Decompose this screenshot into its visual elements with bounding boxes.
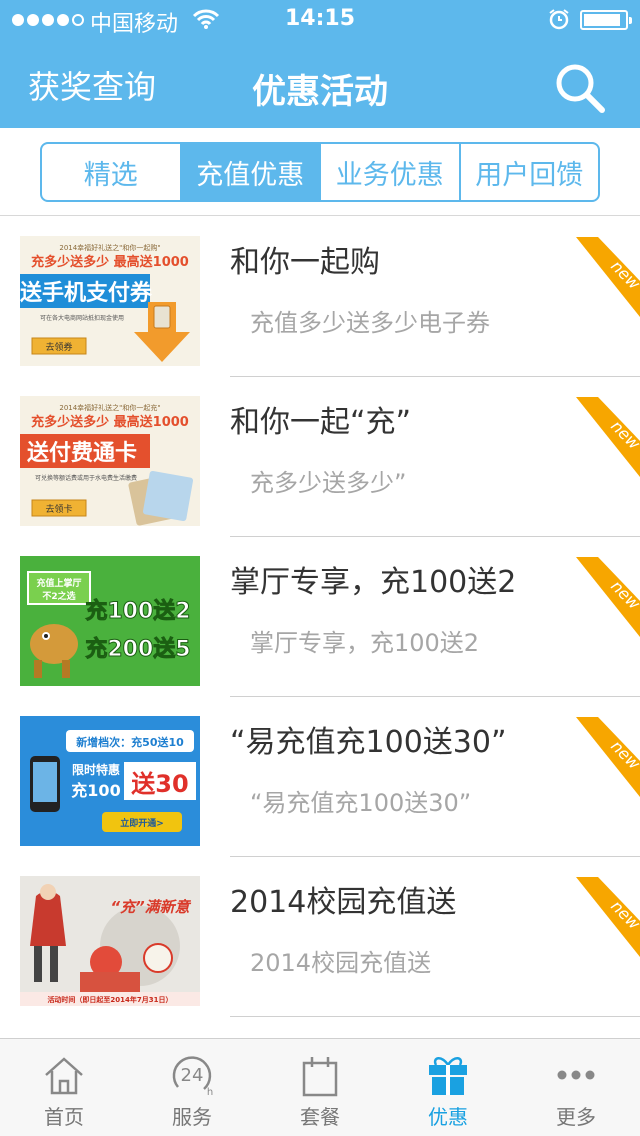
category-segment-bar: 精选 充值优惠 业务优惠 用户回馈 <box>0 128 640 216</box>
thumb-text: 充多少送多少 最高送1000 <box>31 254 189 270</box>
new-badge: new <box>576 717 640 797</box>
item-subtitle: 充值多少送多少电子券 <box>250 309 490 337</box>
list-item[interactable]: 2014幸福好礼送之"和你一起充" 充多少送多少 最高送1000 送付费通卡 可… <box>0 377 640 537</box>
thumb-text: 充多少送多少 最高送1000 <box>31 414 189 430</box>
svg-text:h: h <box>207 1087 213 1098</box>
segment-service-offers[interactable]: 业务优惠 <box>319 144 459 200</box>
list-item[interactable]: “充”满新意 活动时间（即日起至2014年7月31日） 2014校园充值送 20… <box>0 857 640 1017</box>
thumb-text: 充100 <box>71 781 120 800</box>
package-icon <box>302 1057 338 1097</box>
tab-offers[interactable]: 优惠 <box>384 1039 512 1136</box>
promo-thumbnail: 2014幸福好礼送之"和你一起充" 充多少送多少 最高送1000 送付费通卡 可… <box>20 396 200 526</box>
thumb-text: 去领卡 <box>45 503 72 515</box>
thumb-text: 限时特惠 <box>72 762 120 777</box>
search-icon[interactable] <box>552 60 608 116</box>
thumb-text: 充200送5 <box>85 636 190 662</box>
new-badge: new <box>576 237 640 317</box>
item-title: 2014校园充值送 <box>230 885 457 920</box>
new-badge: new <box>576 877 640 957</box>
thumb-text: 送30 <box>131 770 188 798</box>
segment-featured[interactable]: 精选 <box>42 144 180 200</box>
thumb-text: 2014幸福好礼送之"和你一起充" <box>59 403 160 412</box>
tab-more[interactable]: 更多 <box>512 1039 640 1136</box>
promo-thumbnail: 新增档次：充50送10 限时特惠 充100 送30 立即开通> <box>20 716 200 846</box>
thumb-text: 充100送2 <box>85 598 190 624</box>
item-subtitle: 掌厅专享，充100送2 <box>250 629 480 657</box>
thumb-text: 送手机支付券 <box>20 280 153 306</box>
tab-service[interactable]: 24 h 服务 <box>128 1039 256 1136</box>
thumb-text: 可在各大电商网站抵扣现金使用 <box>40 314 124 322</box>
item-title: 和你一起“充” <box>230 405 412 440</box>
tab-label: 首页 <box>44 1105 84 1129</box>
segment-recharge-offers[interactable]: 充值优惠 <box>179 144 319 200</box>
list-item[interactable]: 新增档次：充50送10 限时特惠 充100 送30 立即开通> “易充值充100… <box>0 697 640 857</box>
item-subtitle: 2014校园充值送 <box>250 949 432 977</box>
svg-text:24: 24 <box>181 1065 204 1086</box>
item-subtitle: “易充值充100送30” <box>250 789 472 817</box>
promotion-list: 2014幸福好礼送之"和你一起购" 充多少送多少 最高送1000 送手机支付券 … <box>0 217 640 1037</box>
more-icon <box>557 1070 595 1080</box>
thumb-text: “充”满新意 <box>110 898 191 916</box>
thumb-text: 可兑换等额话费或用于水电费生活缴费 <box>35 474 137 482</box>
list-item[interactable]: 充值上掌厅 不2之选 充100送2 充200送5 掌厅专享，充100送2 掌厅专… <box>0 537 640 697</box>
promo-thumbnail: 充值上掌厅 不2之选 充100送2 充200送5 <box>20 556 200 686</box>
thumb-text: 新增档次：充50送10 <box>76 735 184 749</box>
home-icon <box>45 1057 83 1095</box>
clock: 14:15 <box>284 6 356 31</box>
thumb-text: 送付费通卡 <box>27 440 137 466</box>
segment-user-rewards[interactable]: 用户回馈 <box>458 144 599 200</box>
segmented-control: 精选 充值优惠 业务优惠 用户回馈 <box>40 142 600 202</box>
status-bar: 中国移动 14:15 <box>0 0 640 40</box>
thumb-text: 活动时间（即日起至2014年7月31日） <box>47 995 172 1004</box>
tab-label: 更多 <box>556 1105 596 1129</box>
page-title: 优惠活动 <box>252 72 388 112</box>
header: 中国移动 14:15 获奖查询 优惠活动 <box>0 0 640 128</box>
tab-label: 服务 <box>172 1105 212 1129</box>
new-badge: new <box>576 557 640 637</box>
promo-thumbnail: 2014幸福好礼送之"和你一起购" 充多少送多少 最高送1000 送手机支付券 … <box>20 236 200 366</box>
list-item[interactable]: 2014幸福好礼送之"和你一起购" 充多少送多少 最高送1000 送手机支付券 … <box>0 217 640 377</box>
item-title: 掌厅专享，充100送2 <box>230 565 517 600</box>
tab-home[interactable]: 首页 <box>0 1039 128 1136</box>
divider <box>230 1016 640 1017</box>
gift-icon <box>429 1057 467 1095</box>
alarm-icon <box>549 9 569 30</box>
item-title: “易充值充100送30” <box>230 725 507 760</box>
thumb-text: 去领券 <box>45 341 72 353</box>
battery-icon <box>580 10 632 30</box>
24h-icon: 24 h <box>172 1056 213 1098</box>
thumb-text: 充值上掌厅 <box>36 577 81 589</box>
thumb-text: 立即开通> <box>120 817 164 829</box>
promo-thumbnail: “充”满新意 活动时间（即日起至2014年7月31日） <box>20 876 200 1006</box>
tab-label: 套餐 <box>300 1105 340 1129</box>
thumb-text: 2014幸福好礼送之"和你一起购" <box>59 243 160 252</box>
item-title: 和你一起购 <box>230 245 380 280</box>
tab-bar: 首页 24 h 服务 套餐 优惠 更多 <box>0 1038 640 1136</box>
new-badge: new <box>576 397 640 477</box>
thumb-text: 不2之选 <box>42 590 75 602</box>
tab-package[interactable]: 套餐 <box>256 1039 384 1136</box>
item-subtitle: 充多少送多少” <box>250 469 407 497</box>
tab-label: 优惠 <box>428 1105 468 1129</box>
